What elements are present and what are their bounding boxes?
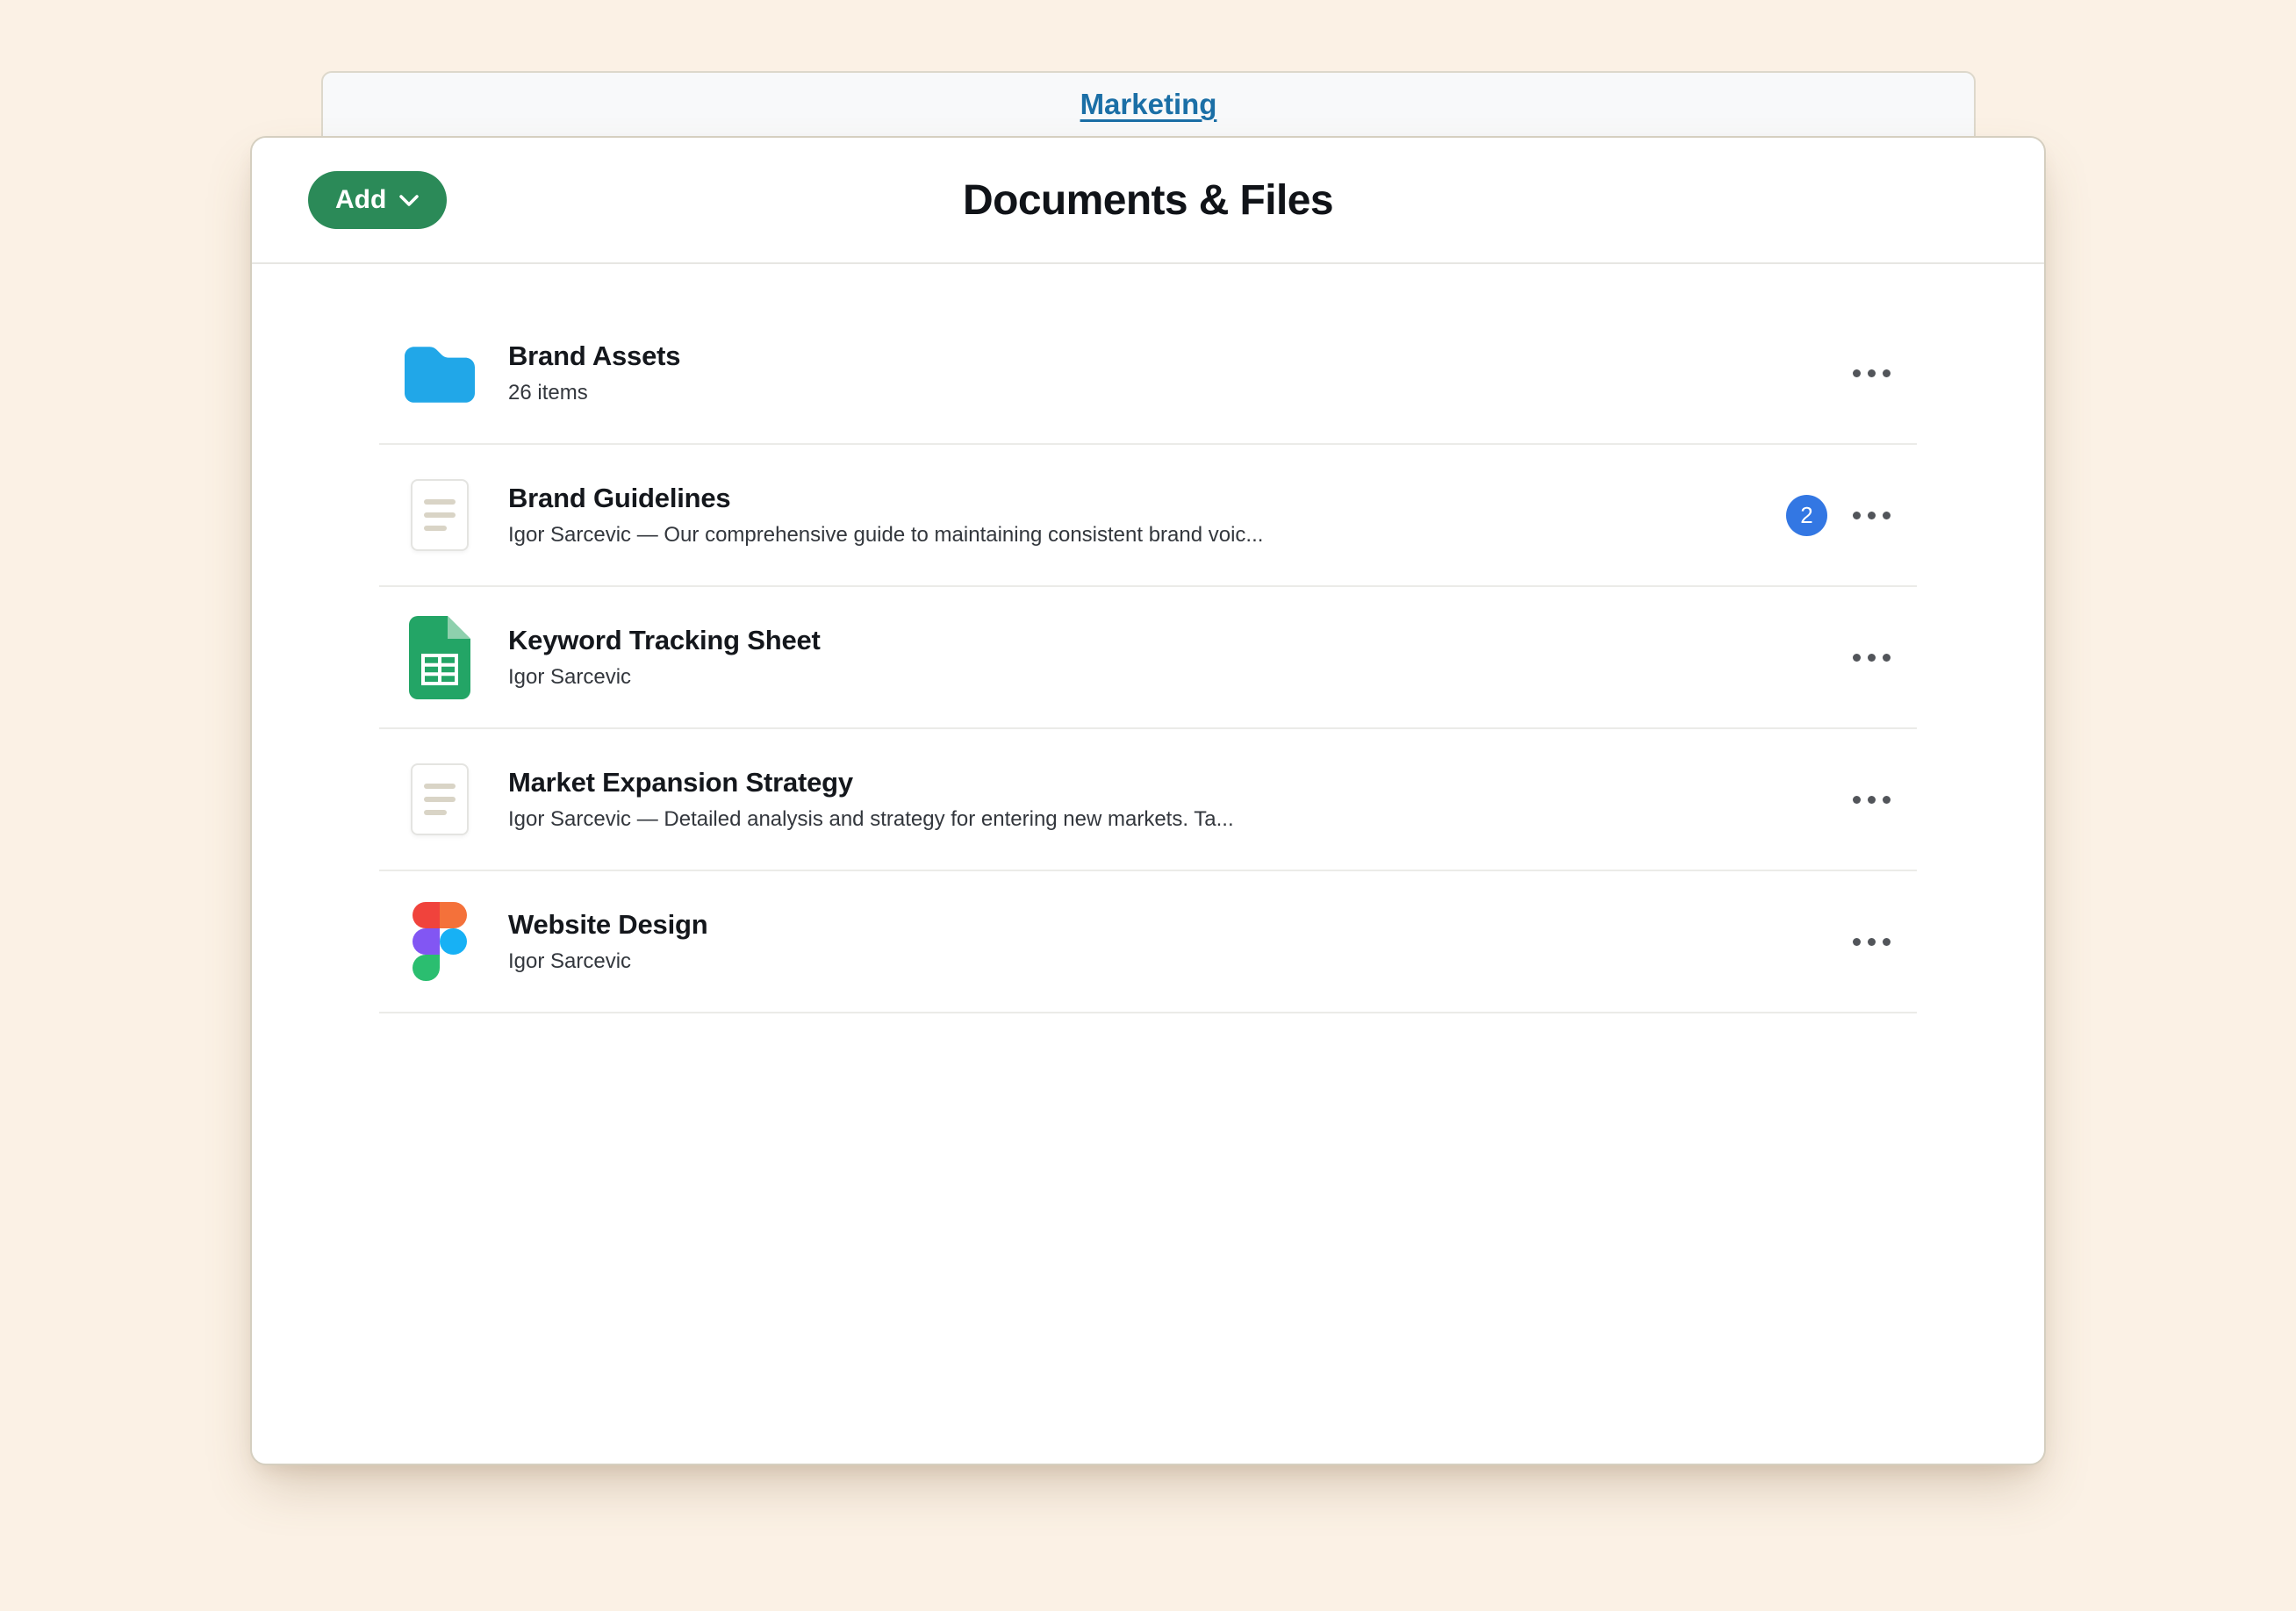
list-item-keyword-tracking-sheet[interactable]: Keyword Tracking Sheet Igor Sarcevic <box>379 587 1917 729</box>
item-title: Market Expansion Strategy <box>508 767 1234 798</box>
more-options-button[interactable] <box>1851 357 1892 390</box>
modal-header: Documents & Files Add <box>252 138 2044 264</box>
folder-icon <box>404 343 476 403</box>
list-item-brand-assets[interactable]: Brand Assets 26 items <box>379 303 1917 445</box>
add-button-label: Add <box>335 185 386 215</box>
marketing-link[interactable]: Marketing <box>1080 88 1217 121</box>
item-subtitle: 26 items <box>508 381 680 405</box>
add-button[interactable]: Add <box>308 171 447 229</box>
item-subtitle: Igor Sarcevic — Detailed analysis and st… <box>508 807 1234 832</box>
document-icon <box>404 763 476 835</box>
page-background: Marketing Documents & Files Add <box>0 0 2296 1611</box>
item-text-block: Website Design Igor Sarcevic <box>508 909 707 974</box>
more-options-button[interactable] <box>1851 641 1892 674</box>
item-title: Brand Assets <box>508 340 680 372</box>
more-options-button[interactable] <box>1851 784 1892 816</box>
item-title: Brand Guidelines <box>508 483 1263 514</box>
item-subtitle: Igor Sarcevic — Our comprehensive guide … <box>508 523 1263 548</box>
more-options-button[interactable] <box>1851 926 1892 958</box>
documents-list: Brand Assets 26 items Brand Guidelines <box>379 303 1917 1013</box>
list-item-market-expansion-strategy[interactable]: Market Expansion Strategy Igor Sarcevic … <box>379 729 1917 871</box>
item-title: Keyword Tracking Sheet <box>508 625 821 656</box>
more-options-button[interactable] <box>1851 499 1892 532</box>
item-subtitle: Igor Sarcevic <box>508 949 707 974</box>
item-text-block: Market Expansion Strategy Igor Sarcevic … <box>508 767 1234 832</box>
documents-modal: Documents & Files Add Brand <box>250 136 2046 1465</box>
figma-icon <box>404 902 476 981</box>
item-title: Website Design <box>508 909 707 941</box>
item-text-block: Brand Guidelines Igor Sarcevic — Our com… <box>508 483 1263 548</box>
comment-count-badge: 2 <box>1786 495 1827 536</box>
list-item-website-design[interactable]: Website Design Igor Sarcevic <box>379 871 1917 1013</box>
item-text-block: Keyword Tracking Sheet Igor Sarcevic <box>508 625 821 690</box>
modal-title: Documents & Files <box>252 138 2044 262</box>
item-subtitle: Igor Sarcevic <box>508 665 821 690</box>
spreadsheet-icon <box>404 616 476 699</box>
document-icon <box>404 479 476 551</box>
chevron-down-icon <box>399 195 419 206</box>
list-item-brand-guidelines[interactable]: Brand Guidelines Igor Sarcevic — Our com… <box>379 445 1917 587</box>
item-text-block: Brand Assets 26 items <box>508 340 680 405</box>
